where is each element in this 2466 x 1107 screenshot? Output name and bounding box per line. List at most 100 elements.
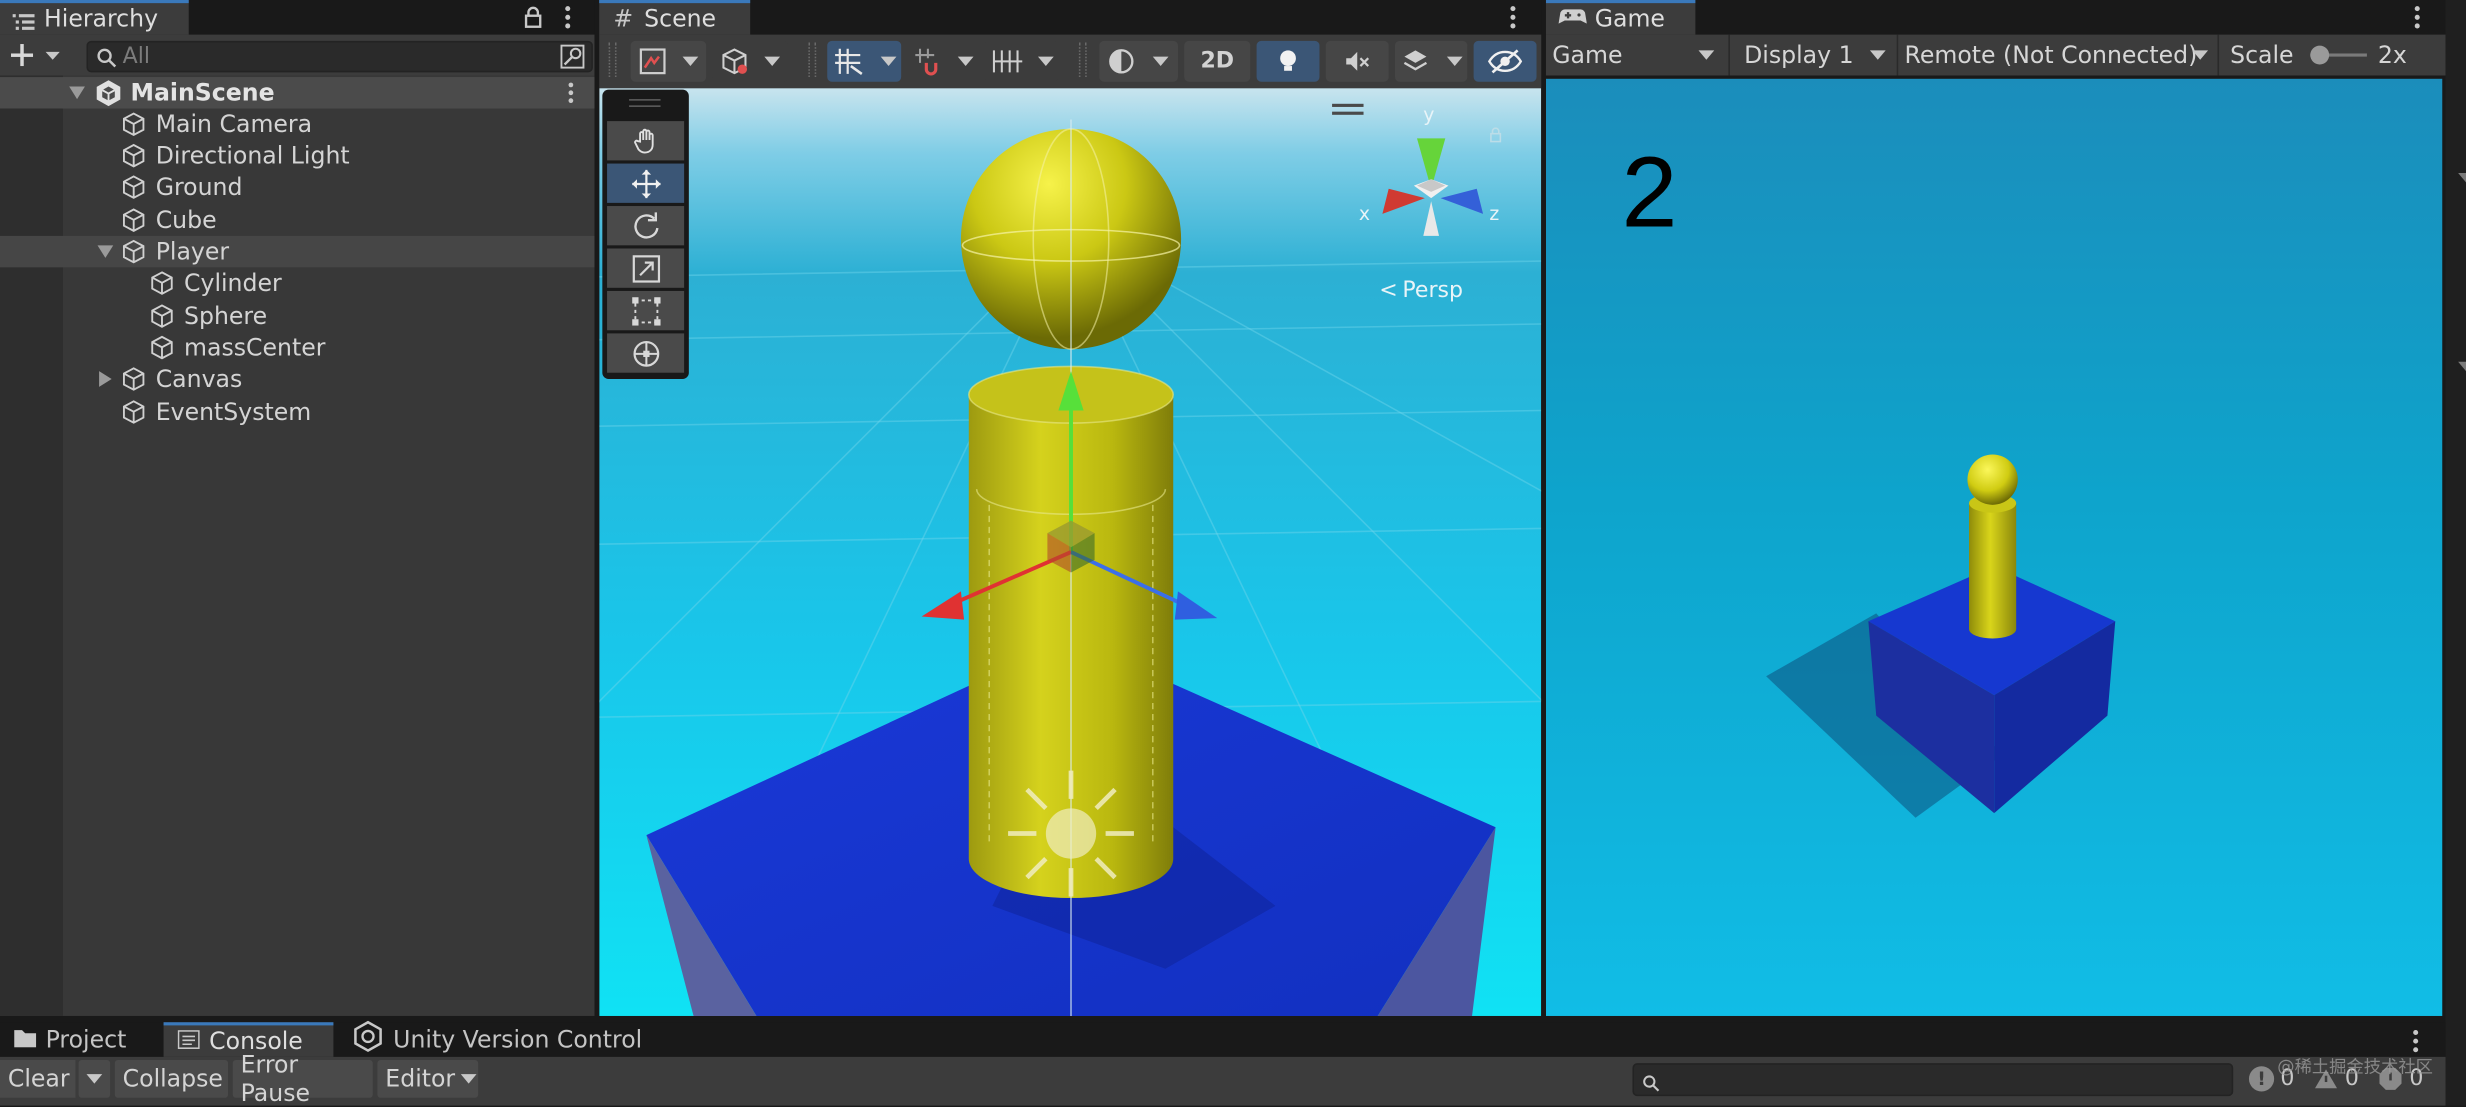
chevron-down-icon [461,1074,478,1084]
chevron-down-icon [2192,50,2209,60]
editor-dropdown[interactable]: Editor [377,1059,479,1098]
gameobject-cube-icon [121,208,146,233]
tab-version-control-label: Unity Version Control [393,1025,643,1054]
hand-icon [633,128,653,153]
tab-version-control[interactable]: Unity Version Control [337,1020,652,1057]
tab-scene[interactable]: # Scene [599,0,751,35]
tab-project[interactable]: Project [0,1022,160,1057]
scale-slider-thumb[interactable] [2310,45,2330,65]
chevron-down-icon [764,56,781,67]
hierarchy-item-cube[interactable]: Cube [0,204,594,235]
audio-toggle-button[interactable] [1325,40,1389,82]
collapse-button[interactable]: Collapse [114,1059,229,1098]
chevron-down-icon [2458,361,2466,372]
orientation-gizmo[interactable]: y x z [1354,104,1511,267]
shading-mode-button[interactable] [1099,40,1178,82]
magnet-grid-icon [914,47,945,82]
hierarchy-search-input[interactable]: All [86,40,593,75]
hierarchy-item-event-system[interactable]: EventSystem [0,396,594,427]
hierarchy-item-mass-center[interactable]: massCenter [0,332,594,363]
scale-tool-button[interactable] [607,248,685,288]
display-label: Display 1 [1744,40,1854,70]
chevron-down-icon [1152,56,1169,67]
lock-icon[interactable] [524,5,543,35]
tab-project-label: Project [45,1025,127,1054]
folder-icon [14,1025,37,1053]
separator [1728,34,1730,76]
gizmo-axis-y: y [1423,103,1435,126]
scene-visibility-button[interactable] [1473,40,1537,82]
draw-mode-button[interactable] [630,40,707,82]
collapse-arrow-icon[interactable] [69,86,85,100]
hierarchy-item-sphere[interactable]: Sphere [0,300,594,331]
scene-header-row[interactable]: MainScene [0,77,595,110]
gameobject-cube-icon [121,239,146,264]
hierarchy-item-canvas[interactable]: Canvas [0,363,594,394]
hierarchy-item-label: Directional Light [155,141,350,170]
chevron-down-icon [880,56,897,67]
list-icon [12,9,35,30]
grid-visibility-button[interactable] [984,40,1059,82]
transform-tool-button[interactable] [607,333,685,373]
game-tab-bar: Game [1545,0,2446,36]
scene-viewport[interactable]: y x z < Persp [599,88,1542,1016]
hierarchy-tab-bar: Hierarchy [0,0,595,36]
collapse-arrow-icon[interactable] [97,245,114,258]
hierarchy-item-label: Cylinder [184,268,282,298]
game-viewport[interactable]: 2 [1545,78,2443,1016]
kebab-menu-icon[interactable] [565,5,571,36]
console-icon [177,1027,200,1055]
gizmo-axis-x: x [1358,202,1370,225]
info-icon: ! [2248,1066,2275,1092]
hierarchy-toolbar: All [0,34,595,76]
hierarchy-item-cylinder[interactable]: Cylinder [0,267,594,298]
hierarchy-item-label: Canvas [155,364,243,394]
hierarchy-item-main-camera[interactable]: Main Camera [0,109,594,140]
game-render [1545,78,2443,1016]
scale-slider[interactable] [2310,45,2367,65]
chevron-down-icon [1869,50,1886,60]
game-kebab-menu-icon[interactable] [2414,5,2420,36]
hand-tool-button[interactable] [607,121,685,161]
toggle-2d-button[interactable]: 2D [1184,40,1251,82]
search-filter-icon[interactable] [560,44,585,75]
gameobject-cube-icon [121,112,146,137]
move-tool-button[interactable] [607,163,685,203]
console-search-input[interactable] [1632,1063,2234,1097]
game-mode-label: Game [1552,40,1623,70]
lighting-toggle-button[interactable] [1256,40,1320,82]
expand-arrow-icon[interactable] [99,371,112,387]
tab-hierarchy[interactable]: Hierarchy [0,0,189,35]
grid-snap-icon [834,47,865,82]
hierarchy-item-ground[interactable]: Ground [0,171,594,202]
grid-snap-button[interactable] [827,40,902,82]
persp-toggle[interactable]: < Persp [1379,278,1463,303]
display-dropdown[interactable]: Display 1 [1732,35,1896,76]
object-mode-button[interactable] [712,40,788,82]
scene-kebab-icon[interactable] [568,82,574,110]
scene-kebab-menu-icon[interactable] [1510,5,1516,36]
unity-editor: Hierarchy All MainScene Main Camera Dire… [0,0,2466,1107]
separator [2217,34,2220,76]
chevron-down-icon [1446,56,1463,67]
clear-options-dropdown[interactable] [78,1059,111,1098]
scale-value: 2x [2377,40,2407,70]
search-icon [96,46,118,76]
hierarchy-item-directional-light[interactable]: Directional Light [0,140,594,171]
hierarchy-item-player[interactable]: Player [0,235,595,268]
scene-tab-bar: # Scene [599,0,1542,36]
ruler-grid-icon [991,47,1026,82]
game-mode-dropdown[interactable]: Game [1546,35,1727,76]
remote-dropdown[interactable]: Remote (Not Connected) [1898,35,2216,76]
error-pause-button[interactable]: Error Pause [232,1051,373,1107]
tab-hierarchy-label: Hierarchy [44,4,159,34]
increment-snap-button[interactable] [907,40,979,82]
rotate-tool-button[interactable] [607,206,685,246]
create-plus-button[interactable] [9,41,62,76]
rect-tool-button[interactable] [607,290,685,331]
clear-button[interactable]: Clear [0,1059,76,1098]
gamepad-icon [1558,5,1587,33]
effects-button[interactable] [1394,40,1468,82]
tab-game[interactable]: Game [1545,0,1696,35]
hierarchy-item-label: Cube [155,206,217,235]
